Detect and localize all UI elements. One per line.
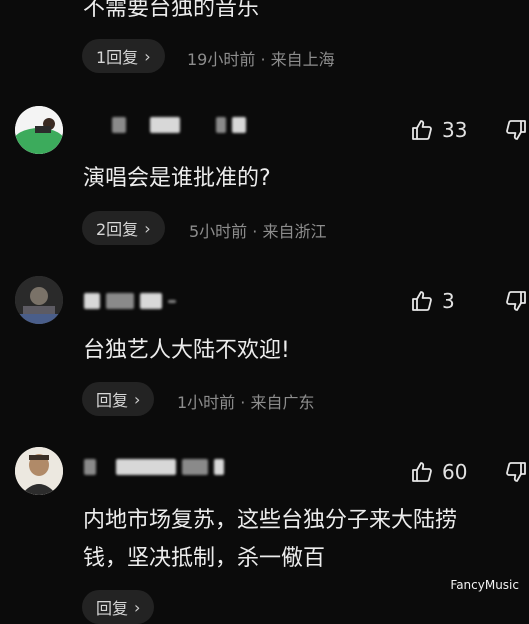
thumbs-up-icon	[412, 462, 432, 482]
comment-meta: 5小时前 · 来自浙江	[189, 222, 327, 241]
comment-meta: 19小时前 · 来自上海	[187, 50, 335, 69]
comment-text: 台独艺人大陆不欢迎!	[83, 338, 290, 363]
thumbs-down-icon[interactable]	[504, 118, 528, 142]
reply-label: 回复	[96, 391, 129, 410]
reply-label: 2回复	[96, 220, 139, 239]
avatar[interactable]	[15, 447, 63, 495]
like-button[interactable]: 33	[410, 118, 467, 142]
like-count: 60	[442, 460, 468, 484]
thumbs-down-icon[interactable]	[504, 289, 528, 313]
reply-button[interactable]: 回复 ›	[82, 382, 155, 416]
thumbs-up-icon	[412, 291, 432, 311]
username-blurred	[84, 292, 176, 310]
chevron-right-icon: ›	[144, 218, 151, 238]
like-button[interactable]: 3	[410, 289, 455, 313]
like-count: 3	[442, 289, 455, 313]
reply-button[interactable]: 2回复 ›	[82, 211, 165, 245]
avatar[interactable]	[15, 276, 63, 324]
comment-text: 不需要台独的音乐	[83, 0, 260, 21]
reply-button[interactable]: 1回复 ›	[82, 39, 165, 73]
watermark: FancyMusic	[450, 578, 519, 592]
reply-button[interactable]: 回复 ›	[82, 590, 155, 624]
username-blurred	[112, 116, 246, 134]
thumbs-down-icon[interactable]	[504, 460, 528, 484]
reply-label: 回复	[96, 599, 129, 618]
comment-meta: 1小时前 · 来自广东	[177, 393, 315, 412]
comment-text-line-2: 钱，坚决抵制，杀一儆百	[83, 546, 326, 571]
reply-label: 1回复	[96, 48, 139, 67]
comment-text: 演唱会是谁批准的?	[83, 166, 271, 191]
chevron-right-icon: ›	[134, 389, 141, 409]
like-button[interactable]: 60	[410, 460, 467, 484]
chevron-right-icon: ›	[144, 46, 151, 66]
username-blurred	[84, 458, 224, 476]
like-count: 33	[442, 118, 468, 142]
thumbs-up-icon	[412, 120, 432, 140]
comment-text-line-1: 内地市场复苏，这些台独分子来大陆捞	[83, 508, 458, 533]
chevron-right-icon: ›	[134, 597, 141, 617]
avatar[interactable]	[15, 106, 63, 154]
